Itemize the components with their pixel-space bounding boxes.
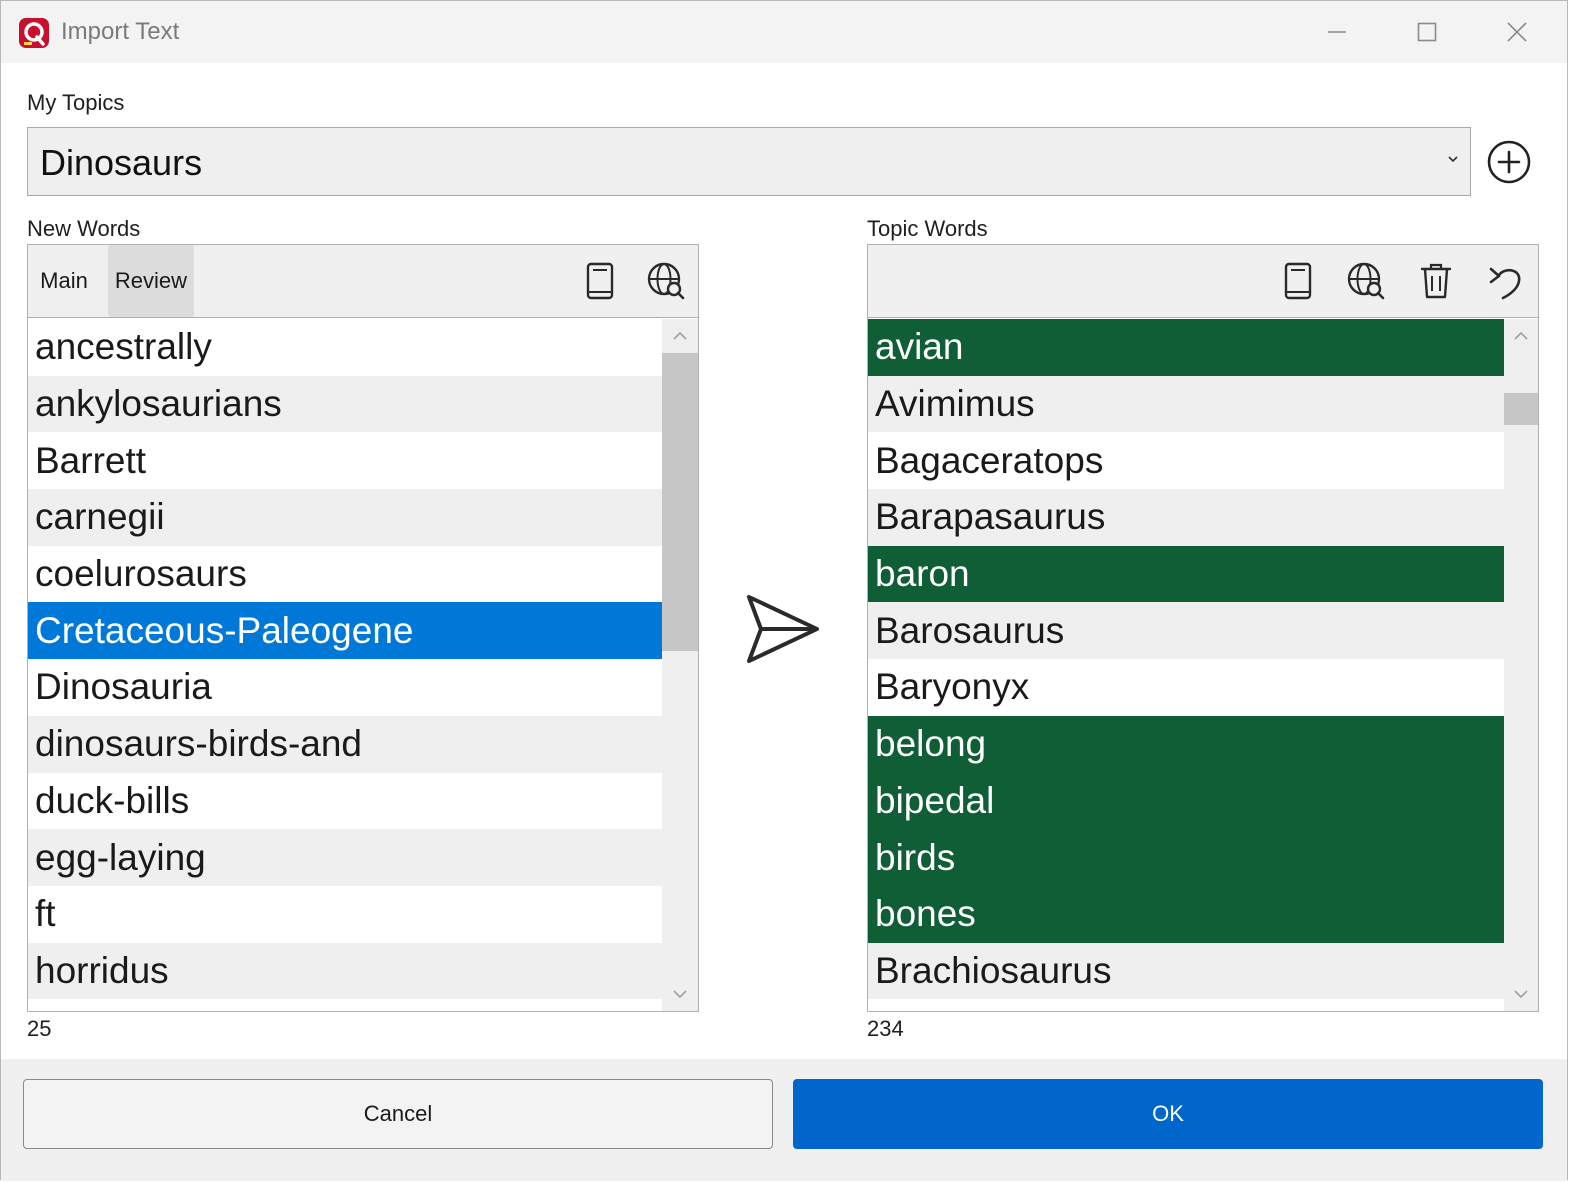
scrollbar-thumb[interactable] (1504, 393, 1538, 425)
minimize-icon (1328, 31, 1346, 33)
topic-words-undo-button[interactable] (1483, 258, 1529, 304)
topic-word-row[interactable]: Bagaceratops (868, 432, 1504, 489)
topic-word-row[interactable]: belong (868, 715, 1504, 773)
add-topic-button[interactable] (1485, 138, 1533, 186)
new-word-row[interactable]: horridus (28, 942, 662, 1000)
new-word-row[interactable]: dinosaurs-birds-and (28, 715, 662, 773)
topic-select-value: Dinosaurs (40, 142, 203, 183)
new-words-web-search-button[interactable] (643, 258, 689, 304)
topic-words-dictionary-button[interactable] (1275, 258, 1321, 304)
topic-words-web-search-button[interactable] (1343, 258, 1389, 304)
topic-words-list[interactable]: avian Avimimus Bagaceratops Barapasaurus bar… (868, 319, 1504, 1001)
plus-circle-icon (1487, 140, 1531, 184)
tab-review[interactable]: Review (108, 245, 194, 317)
topic-word-row[interactable]: avian (868, 319, 1504, 376)
minimize-button[interactable] (1299, 9, 1375, 55)
send-to-topic-button[interactable] (739, 591, 825, 667)
chevron-up-icon (673, 331, 687, 340)
scroll-down-button[interactable] (1504, 981, 1538, 1007)
new-words-scrollbar[interactable] (662, 319, 698, 1011)
new-word-row[interactable]: Dinosauria (28, 659, 662, 716)
scroll-down-button[interactable] (662, 981, 698, 1007)
new-words-count: 25 (27, 1016, 52, 1041)
close-icon (1507, 22, 1527, 42)
topic-words-delete-button[interactable] (1413, 258, 1459, 304)
dictionary-icon (586, 262, 614, 300)
app-logo-icon (19, 18, 49, 48)
new-words-label: New Words (27, 216, 141, 241)
new-words-dictionary-button[interactable] (577, 258, 623, 304)
new-word-row[interactable]: ft (28, 886, 662, 943)
topic-words-count: 234 (867, 1016, 904, 1041)
trash-icon (1420, 263, 1452, 299)
topic-words-panel: avian Avimimus Bagaceratops Barapasaurus bar… (867, 244, 1539, 1012)
chevron-down-icon (1448, 156, 1458, 163)
close-button[interactable] (1479, 9, 1555, 55)
new-word-row[interactable]: carnegii (28, 489, 662, 546)
topic-select[interactable]: Dinosaurs (27, 127, 1471, 196)
chevron-up-icon (1514, 331, 1528, 340)
scroll-up-button[interactable] (662, 323, 698, 349)
topic-word-row[interactable]: birds (868, 829, 1504, 886)
import-text-dialog: Import Text My Topics Dinosaurs New Word… (0, 0, 1568, 1181)
ok-button[interactable]: OK (793, 1079, 1543, 1149)
topic-word-row[interactable]: baron (868, 545, 1504, 603)
web-search-icon (1347, 262, 1385, 300)
chevron-down-icon (673, 990, 687, 999)
my-topics-label: My Topics (27, 90, 125, 115)
title-bar: Import Text (1, 1, 1567, 63)
topic-word-row[interactable]: bones (868, 885, 1504, 943)
topic-word-row[interactable]: Brachiosaurus (868, 942, 1504, 1000)
topic-word-row[interactable]: Barapasaurus (868, 489, 1504, 546)
new-words-list[interactable]: ancestrally ankylosaurians Barrett carnegii… (28, 319, 662, 1001)
maximize-icon (1417, 22, 1437, 42)
new-word-row[interactable]: egg-laying (28, 829, 662, 886)
window-title: Import Text (61, 18, 180, 45)
send-arrow-icon (747, 595, 819, 663)
scrollbar-thumb[interactable] (662, 353, 698, 651)
undo-icon (1489, 267, 1521, 300)
maximize-button[interactable] (1389, 9, 1465, 55)
new-word-row[interactable]: coelurosaurs (28, 546, 662, 603)
new-word-row[interactable]: Barrett (28, 432, 662, 489)
topic-words-label: Topic Words (867, 216, 988, 241)
topic-word-row[interactable]: bipedal (868, 772, 1504, 830)
new-words-toolbar: Main Review (28, 245, 698, 318)
chevron-down-icon (1514, 990, 1528, 999)
topic-word-row[interactable]: Avimimus (868, 375, 1504, 433)
topic-word-row[interactable]: Baryonyx (868, 659, 1504, 716)
new-word-row[interactable]: Cretaceous-Paleogene (28, 602, 662, 660)
cancel-button[interactable]: Cancel (23, 1079, 773, 1149)
topic-words-toolbar (868, 245, 1538, 318)
new-word-row[interactable]: ancestrally (28, 319, 662, 376)
web-search-icon (647, 262, 685, 300)
scroll-up-button[interactable] (1504, 323, 1538, 349)
topic-words-scrollbar[interactable] (1504, 319, 1538, 1011)
topic-word-row[interactable]: Barosaurus (868, 602, 1504, 660)
new-words-panel: Main Review ancestrally ankylosaurians B… (27, 244, 699, 1012)
new-word-row[interactable]: ankylosaurians (28, 375, 662, 433)
tab-main[interactable]: Main (30, 245, 98, 317)
dictionary-icon (1284, 262, 1312, 300)
new-word-row[interactable]: duck-bills (28, 773, 662, 830)
